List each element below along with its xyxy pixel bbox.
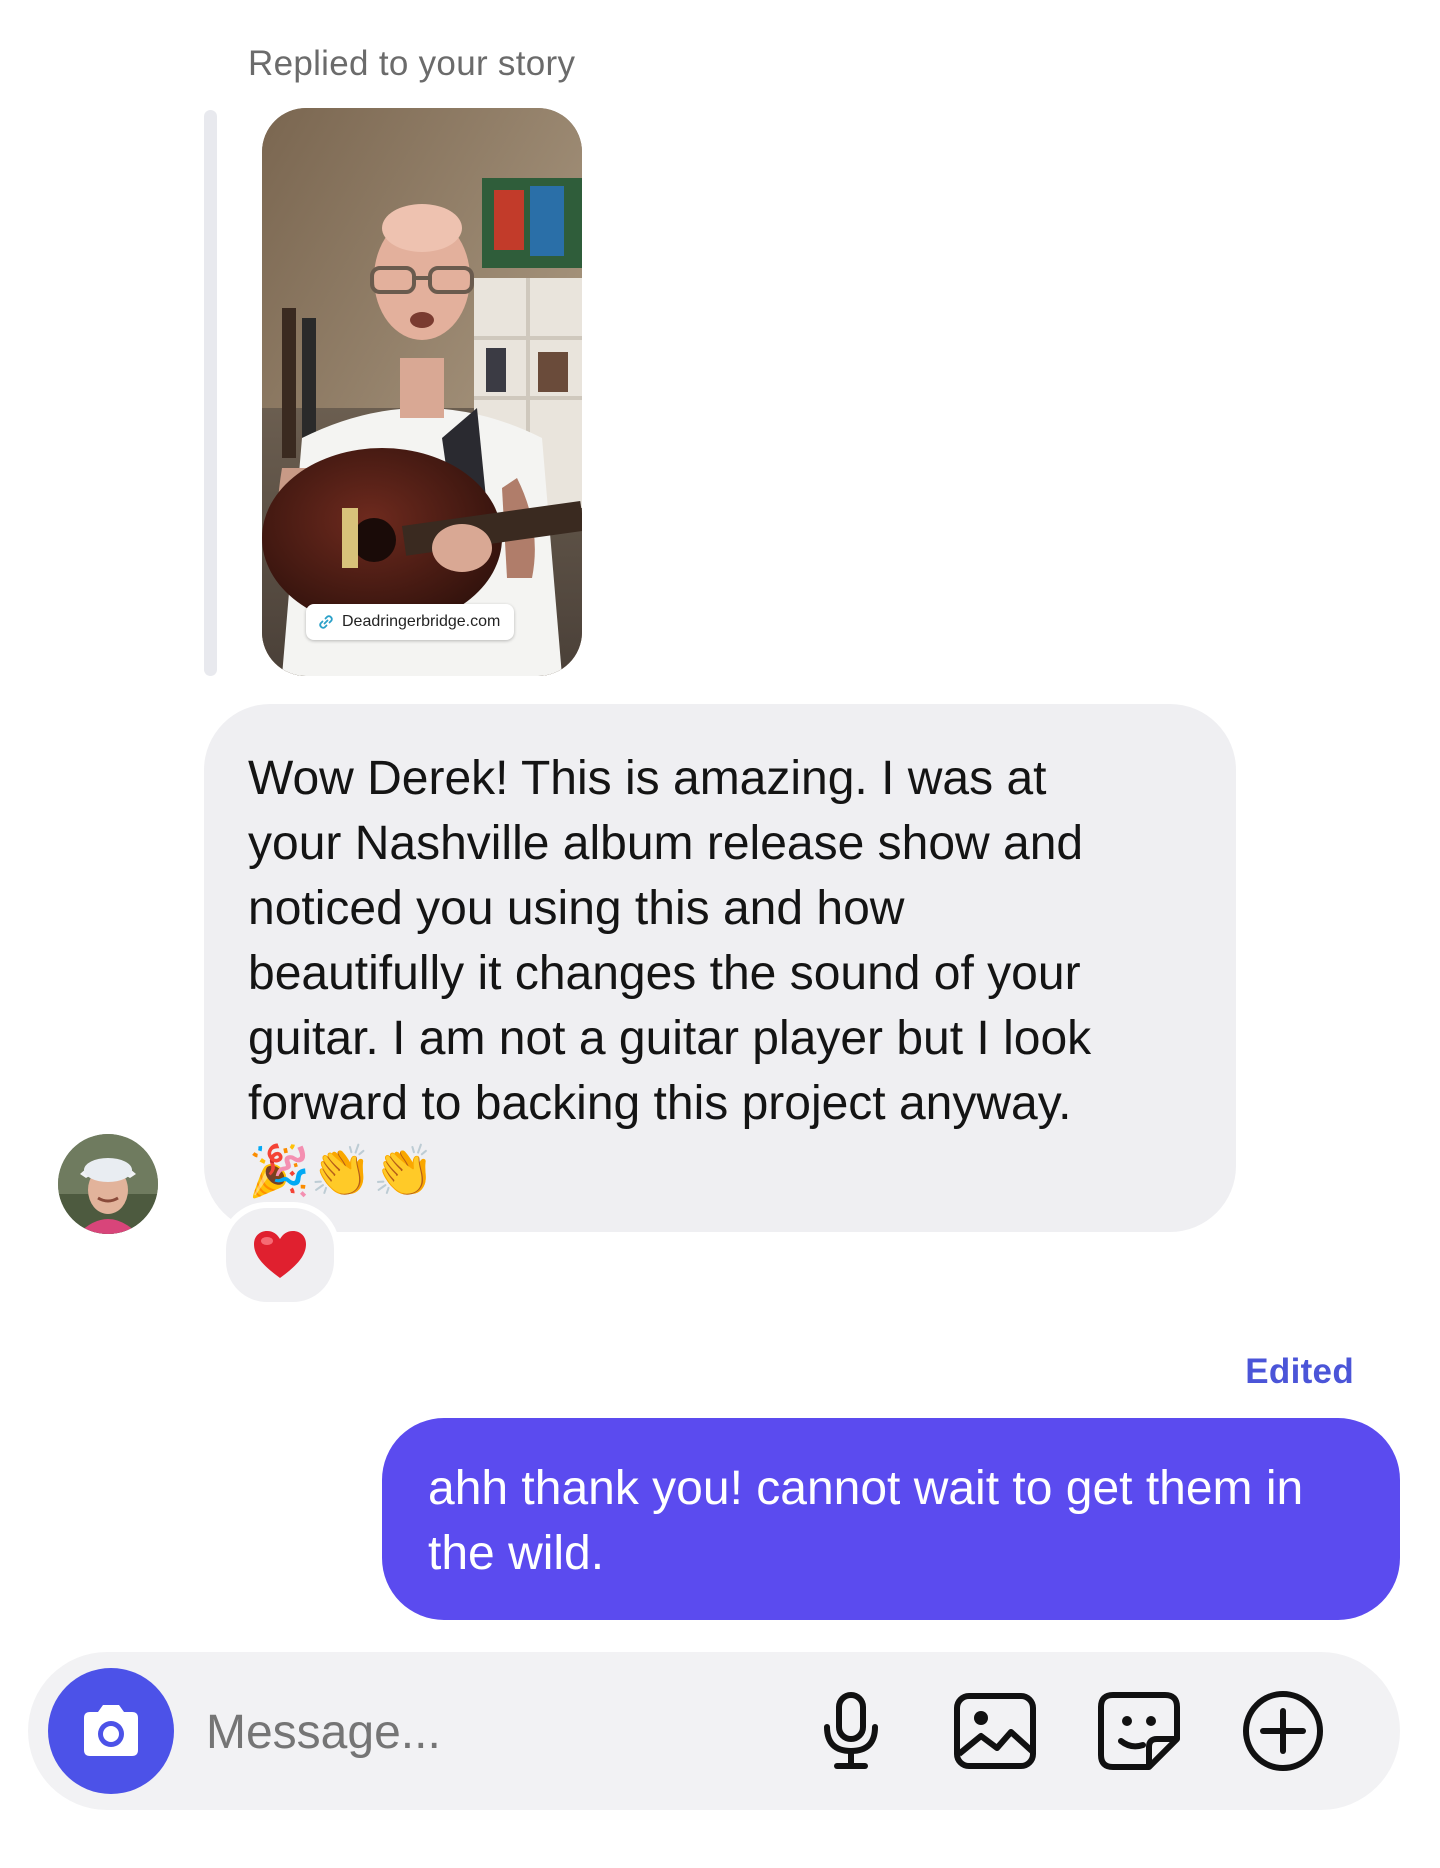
microphone-icon xyxy=(824,1692,878,1769)
add-icon xyxy=(1243,1691,1323,1771)
sticker-icon xyxy=(1098,1692,1180,1770)
camera-icon xyxy=(84,1705,138,1756)
reaction-badge[interactable] xyxy=(220,1202,340,1308)
outgoing-message-bubble[interactable]: ahh thank you! cannot wait to get them i… xyxy=(382,1418,1400,1620)
incoming-message-text: Wow Derek! This is amazing. I was at you… xyxy=(248,752,1092,1130)
sticker-button[interactable] xyxy=(1094,1686,1184,1776)
edited-status-label: Edited xyxy=(1245,1352,1354,1391)
incoming-message-bubble[interactable]: Wow Derek! This is amazing. I was at you… xyxy=(204,704,1236,1232)
incoming-message-emoji: 🎉👏👏 xyxy=(248,1142,435,1200)
chat-thread: Replied to your story Deadringerbridge.c… xyxy=(0,0,1440,1868)
link-sticker-label: Deadringerbridge.com xyxy=(342,613,501,630)
gallery-button[interactable] xyxy=(950,1686,1040,1776)
link-icon xyxy=(319,615,333,629)
reply-indicator-bar xyxy=(204,110,217,676)
gallery-icon xyxy=(954,1693,1036,1769)
message-input[interactable] xyxy=(204,1688,808,1776)
story-thumbnail[interactable]: Deadringerbridge.com xyxy=(262,108,582,676)
voice-message-button[interactable] xyxy=(806,1686,896,1776)
story-image xyxy=(262,108,582,676)
outgoing-message-text: ahh thank you! cannot wait to get them i… xyxy=(428,1462,1304,1580)
reply-context-label: Replied to your story xyxy=(248,44,576,83)
sender-avatar[interactable] xyxy=(58,1134,158,1234)
avatar-image xyxy=(58,1134,158,1234)
heart-icon xyxy=(254,1231,306,1278)
story-link-sticker[interactable]: Deadringerbridge.com xyxy=(306,604,515,640)
camera-button[interactable] xyxy=(48,1668,174,1794)
more-options-button[interactable] xyxy=(1238,1686,1328,1776)
message-composer xyxy=(28,1652,1400,1810)
